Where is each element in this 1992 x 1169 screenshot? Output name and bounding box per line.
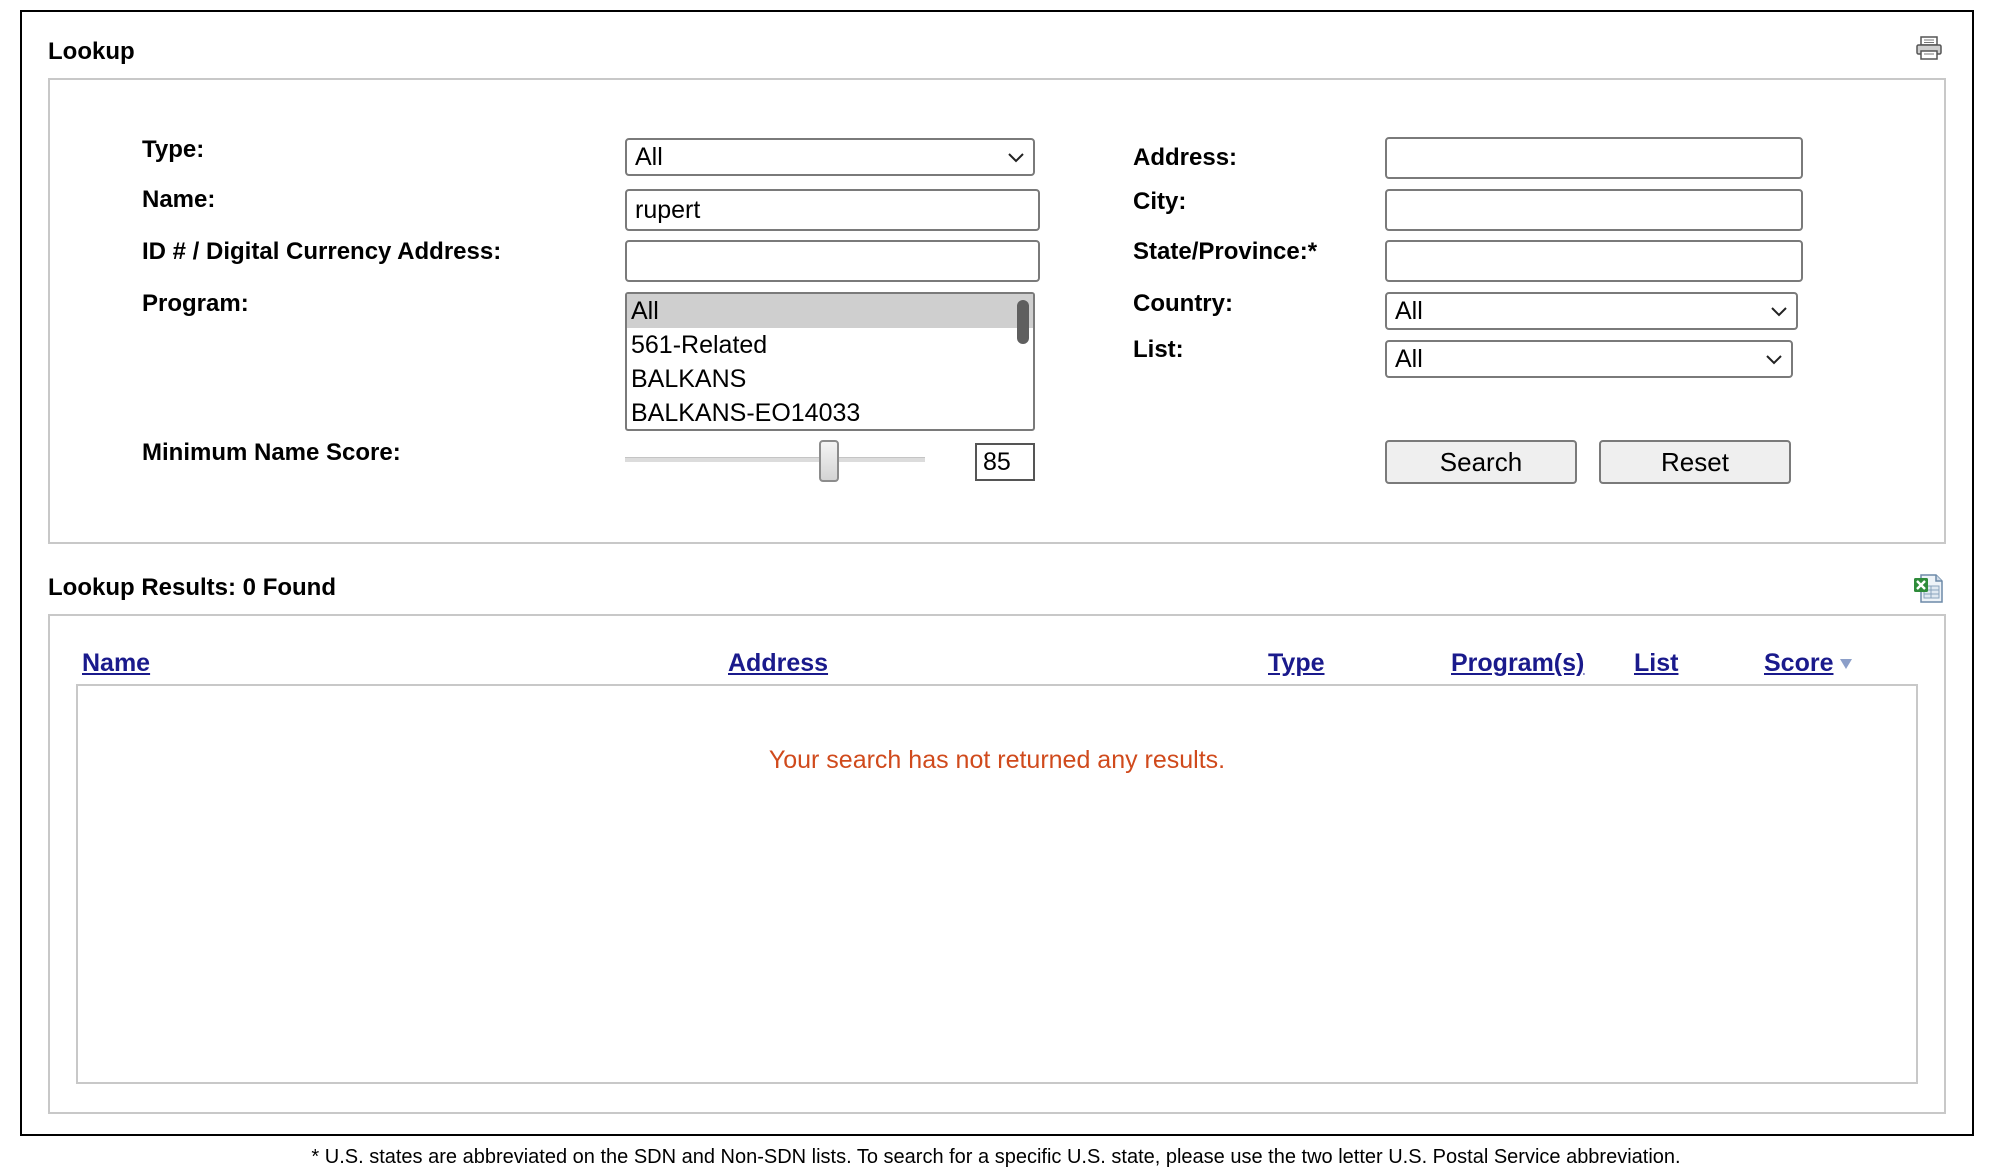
- column-header-list[interactable]: List: [1634, 649, 1678, 678]
- address-label: Address:: [1133, 144, 1238, 171]
- program-option[interactable]: 561-Related: [627, 328, 1033, 362]
- excel-export-icon[interactable]: [1912, 572, 1944, 604]
- address-input[interactable]: [1385, 137, 1803, 179]
- city-input[interactable]: [1385, 189, 1803, 231]
- list-select-value: All: [1395, 345, 1423, 373]
- chevron-down-icon: [1771, 307, 1787, 317]
- empty-results-message: Your search has not returned any results…: [768, 746, 1226, 774]
- min-score-value[interactable]: 85: [975, 443, 1035, 481]
- program-label: Program:: [142, 290, 249, 317]
- sort-descending-icon[interactable]: [1838, 657, 1854, 671]
- search-button[interactable]: Search: [1385, 440, 1577, 484]
- program-listbox[interactable]: All 561-Related BALKANS BALKANS-EO14033: [625, 292, 1035, 431]
- printer-icon[interactable]: [1916, 36, 1942, 60]
- column-header-address[interactable]: Address: [728, 649, 828, 678]
- state-label: State/Province:*: [1133, 238, 1318, 265]
- chevron-down-icon: [1766, 355, 1782, 365]
- list-label: List:: [1133, 336, 1184, 363]
- column-header-programs[interactable]: Program(s): [1451, 649, 1584, 678]
- results-table-body: Your search has not returned any results…: [76, 684, 1918, 1084]
- column-header-score[interactable]: Score: [1764, 649, 1833, 678]
- name-label: Name:: [142, 186, 216, 213]
- country-select-value: All: [1395, 297, 1423, 325]
- chevron-down-icon: [1008, 153, 1024, 163]
- city-label: City:: [1133, 188, 1187, 215]
- results-title: Lookup Results: 0 Found: [48, 574, 336, 601]
- listbox-scrollbar[interactable]: [1017, 300, 1029, 344]
- column-header-type[interactable]: Type: [1268, 649, 1325, 678]
- lookup-title: Lookup: [48, 38, 135, 65]
- program-option[interactable]: BALKANS-EO14033: [627, 396, 1033, 429]
- name-input[interactable]: [625, 189, 1040, 231]
- state-input[interactable]: [1385, 240, 1803, 282]
- id-input[interactable]: [625, 240, 1040, 282]
- min-score-slider-track[interactable]: [625, 457, 925, 462]
- min-score-slider-thumb[interactable]: [819, 440, 839, 482]
- id-label: ID # / Digital Currency Address:: [142, 238, 502, 265]
- country-label: Country:: [1133, 290, 1233, 317]
- footnote: * U.S. states are abbreviated on the SDN…: [311, 1146, 1681, 1168]
- min-name-score-label: Minimum Name Score:: [142, 439, 401, 466]
- list-select[interactable]: All: [1385, 340, 1793, 378]
- program-option[interactable]: BALKANS: [627, 362, 1033, 396]
- type-select[interactable]: All: [625, 138, 1035, 176]
- country-select[interactable]: All: [1385, 292, 1798, 330]
- type-label: Type:: [142, 136, 205, 163]
- program-option[interactable]: All: [627, 294, 1033, 328]
- reset-button[interactable]: Reset: [1599, 440, 1791, 484]
- column-header-name[interactable]: Name: [82, 649, 150, 678]
- type-select-value: All: [635, 143, 663, 171]
